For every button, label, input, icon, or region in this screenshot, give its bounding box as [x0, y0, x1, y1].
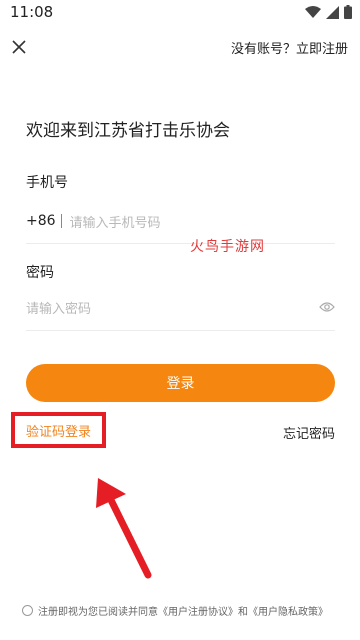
status-bar: 11:08	[0, 0, 360, 24]
red-arrow-annotation	[96, 478, 152, 579]
wifi-icon	[305, 5, 321, 18]
phone-label: 手机号	[26, 175, 68, 191]
status-icons	[305, 5, 352, 19]
sms-login-button[interactable]: 验证码登录	[11, 412, 106, 448]
phone-field[interactable]: +86 请输入手机号码	[26, 207, 335, 235]
agreement-row[interactable]: 注册即视为您已阅读并同意《用户注册协议》和《用户隐私政策》	[22, 603, 328, 618]
password-label: 密码	[26, 265, 54, 281]
status-time: 11:08	[10, 3, 54, 21]
battery-icon	[344, 5, 352, 19]
eye-icon[interactable]	[319, 301, 335, 313]
forgot-password-link[interactable]: 忘记密码	[283, 423, 335, 442]
phone-input[interactable]: 请输入手机号码	[70, 212, 161, 231]
password-underline	[26, 330, 335, 331]
watermark: 火鸟手游网	[190, 239, 265, 255]
phone-underline	[26, 243, 335, 244]
close-icon[interactable]	[8, 36, 30, 58]
agreement-radio[interactable]	[22, 605, 33, 616]
password-field[interactable]: 请输入密码	[26, 294, 335, 320]
welcome-title: 欢迎来到江苏省打击乐协会	[26, 121, 230, 141]
register-link[interactable]: 没有账号？立即注册	[231, 38, 348, 57]
agreement-text: 注册即视为您已阅读并同意《用户注册协议》和《用户隐私政策》	[38, 607, 328, 618]
signal-icon	[326, 5, 339, 19]
sms-login-label: 验证码登录	[25, 424, 91, 440]
password-input[interactable]: 请输入密码	[26, 298, 91, 317]
login-button[interactable]: 登录	[26, 364, 335, 402]
prefix-divider	[60, 214, 62, 228]
country-code[interactable]: +86	[26, 213, 56, 229]
